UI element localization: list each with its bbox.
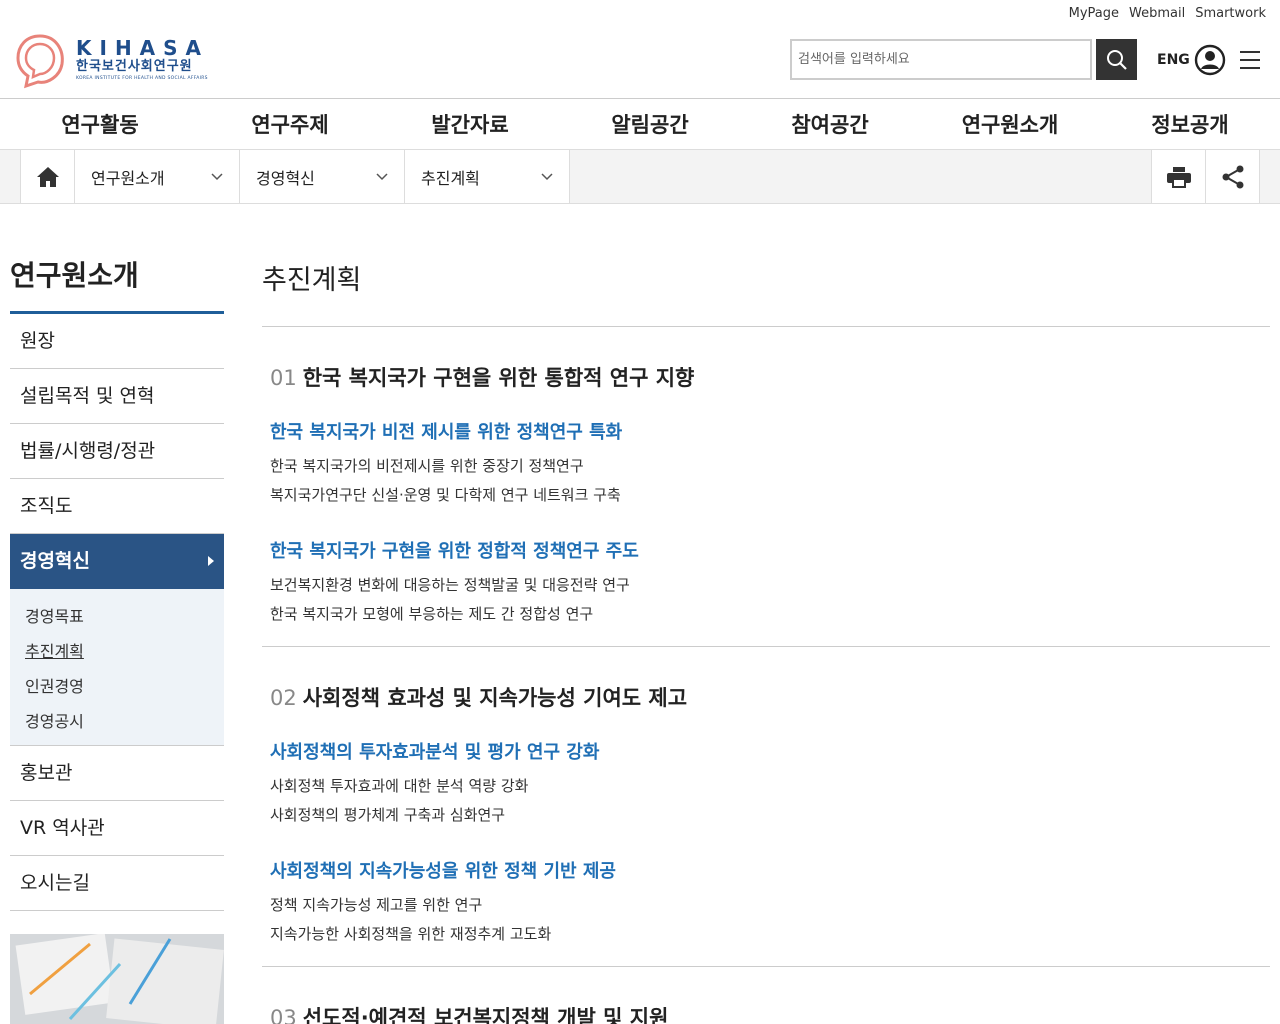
subsection-line: 복지국가연구단 신설·운영 및 다학제 연구 네트워크 구축 xyxy=(270,486,621,504)
smartwork-link[interactable]: Smartwork xyxy=(1195,6,1266,21)
sidebar-item-laws[interactable]: 법률/시행령/정관 xyxy=(10,424,224,479)
kihasa-logo-mark-icon xyxy=(16,34,64,89)
share-icon xyxy=(1222,165,1243,188)
location-level1-label: 연구원소개 xyxy=(91,168,165,188)
subsection-02-1: 사회정책의 투자효과분석 및 평가 연구 강화 사회정책 투자효과에 대한 분석… xyxy=(262,738,1270,830)
sidebar-menu: 원장 설립목적 및 연혁 법률/시행령/정관 조직도 경영혁신 경영목표 추진계… xyxy=(10,314,224,911)
section-divider xyxy=(262,646,1270,647)
subsection-01-1: 한국 복지국가 비전 제시를 위한 정책연구 특화 한국 복지국가의 비전제시를… xyxy=(262,418,1270,510)
site-logo[interactable]: KIHASA 한국보건사회연구원 KOREA INSTITUTE FOR HEA… xyxy=(12,30,212,90)
sidebar-item-vr-history[interactable]: VR 역사관 xyxy=(10,801,224,856)
sidebar-title: 연구원소개 xyxy=(10,259,139,292)
sidebar-banner-image[interactable] xyxy=(10,934,224,1024)
section-number: 03 xyxy=(270,1006,297,1024)
subsection-line: 보건복지환경 변화에 대응하는 정책발굴 및 대응전략 연구 xyxy=(270,576,630,594)
main-navigation: 연구활동 연구주제 발간자료 알림공간 참여공간 연구원소개 정보공개 xyxy=(0,99,1280,149)
gnb-disclosure[interactable]: 정보공개 xyxy=(1100,99,1280,149)
subsection-heading: 사회정책의 투자효과분석 및 평가 연구 강화 xyxy=(270,742,600,763)
chevron-down-icon xyxy=(541,172,553,180)
subsection-heading: 한국 복지국가 구현을 위한 정합적 정책연구 주도 xyxy=(270,541,639,562)
sidebar-item-management-innovation[interactable]: 경영혁신 xyxy=(10,534,224,589)
sidebar-sub-disclosure[interactable]: 경영공시 xyxy=(25,704,224,739)
logo-subtitle: KOREA INSTITUTE FOR HEALTH AND SOCIAL AF… xyxy=(76,76,208,81)
sidebar-sub-goals[interactable]: 경영목표 xyxy=(25,599,224,634)
subsection-heading: 한국 복지국가 비전 제시를 위한 정책연구 특화 xyxy=(270,422,623,443)
title-divider xyxy=(262,326,1270,327)
page-title: 추진계획 xyxy=(262,265,362,296)
mypage-link[interactable]: MyPage xyxy=(1069,6,1119,21)
utility-links: MyPage Webmail Smartwork xyxy=(1069,6,1266,21)
section-title: 한국 복지국가 구현을 위한 통합적 연구 지향 xyxy=(302,366,695,390)
print-icon xyxy=(1166,166,1191,188)
search-button[interactable] xyxy=(1096,39,1137,80)
chevron-down-icon xyxy=(211,172,223,180)
subsection-01-2: 한국 복지국가 구현을 위한 정합적 정책연구 주도 보건복지환경 변화에 대응… xyxy=(262,537,1270,629)
gnb-publications[interactable]: 발간자료 xyxy=(380,99,560,149)
gnb-research-topics[interactable]: 연구주제 xyxy=(200,99,380,149)
section-01: 01 한국 복지국가 구현을 위한 통합적 연구 지향 xyxy=(262,362,1270,392)
search-icon xyxy=(1106,49,1127,70)
subsection-line: 지속가능한 사회정책을 위한 재정추계 고도화 xyxy=(270,925,552,943)
sidebar-item-director[interactable]: 원장 xyxy=(10,314,224,369)
home-icon xyxy=(36,166,59,187)
location-dropdown-level3[interactable]: 추진계획 xyxy=(405,150,570,203)
location-dropdown-level1[interactable]: 연구원소개 xyxy=(75,150,240,203)
section-02: 02 사회정책 효과성 및 지속가능성 기여도 제고 xyxy=(262,682,1270,712)
subsection-heading: 사회정책의 지속가능성을 위한 정책 기반 제공 xyxy=(270,861,616,882)
user-icon[interactable] xyxy=(1194,44,1226,76)
location-level2-label: 경영혁신 xyxy=(256,168,315,188)
gnb-about[interactable]: 연구원소개 xyxy=(920,99,1100,149)
section-title: 사회정책 효과성 및 지속가능성 기여도 제고 xyxy=(302,686,688,710)
sidebar-submenu: 경영목표 추진계획 인권경영 경영공시 xyxy=(10,589,224,746)
section-divider xyxy=(262,966,1270,967)
subsection-line: 사회정책의 평가체계 구축과 심화연구 xyxy=(270,806,506,824)
search-box xyxy=(790,39,1137,80)
sidebar-item-organization[interactable]: 조직도 xyxy=(10,479,224,534)
hamburger-menu-icon[interactable] xyxy=(1238,48,1262,72)
sidebar-sub-human-rights[interactable]: 인권경영 xyxy=(25,669,224,704)
search-input[interactable] xyxy=(790,39,1092,80)
section-number: 01 xyxy=(270,366,297,390)
gnb-participation[interactable]: 참여공간 xyxy=(740,99,920,149)
sidebar-item-directions[interactable]: 오시는길 xyxy=(10,856,224,911)
logo-english: KIHASA xyxy=(76,36,210,60)
logo-korean: 한국보건사회연구원 xyxy=(76,59,193,74)
print-button[interactable] xyxy=(1151,150,1205,203)
caret-right-icon xyxy=(208,556,214,566)
sidebar-item-pr-hall[interactable]: 홍보관 xyxy=(10,746,224,801)
subsection-line: 사회정책 투자효과에 대한 분석 역량 강화 xyxy=(270,777,529,795)
sidebar-item-label: 경영혁신 xyxy=(20,550,90,572)
eng-language-link[interactable]: ENG xyxy=(1157,52,1190,68)
location-level3-label: 추진계획 xyxy=(421,168,480,188)
webmail-link[interactable]: Webmail xyxy=(1129,6,1185,21)
subsection-line: 정책 지속가능성 제고를 위한 연구 xyxy=(270,896,483,914)
home-button[interactable] xyxy=(21,150,75,203)
gnb-notices[interactable]: 알림공간 xyxy=(560,99,740,149)
location-spacer xyxy=(570,150,1151,203)
chevron-down-icon xyxy=(376,172,388,180)
section-03: 03 선도적·예견적 보건복지정책 개발 및 지원 xyxy=(262,1002,1270,1024)
subsection-line: 한국 복지국가의 비전제시를 위한 중장기 정책연구 xyxy=(270,457,584,475)
sidebar-sub-plan[interactable]: 추진계획 xyxy=(25,634,224,669)
sidebar-item-history[interactable]: 설립목적 및 연혁 xyxy=(10,369,224,424)
location-bar: 연구원소개 경영혁신 추진계획 xyxy=(0,149,1280,204)
location-dropdown-level2[interactable]: 경영혁신 xyxy=(240,150,405,203)
documents-pencils-image xyxy=(10,934,224,1024)
section-number: 02 xyxy=(270,686,297,710)
subsection-line: 한국 복지국가 모형에 부응하는 제도 간 정합성 연구 xyxy=(270,605,594,623)
share-button[interactable] xyxy=(1205,150,1259,203)
subsection-02-2: 사회정책의 지속가능성을 위한 정책 기반 제공 정책 지속가능성 제고를 위한… xyxy=(262,857,1270,949)
gnb-research-activity[interactable]: 연구활동 xyxy=(0,99,200,149)
section-title: 선도적·예견적 보건복지정책 개발 및 지원 xyxy=(302,1006,669,1024)
